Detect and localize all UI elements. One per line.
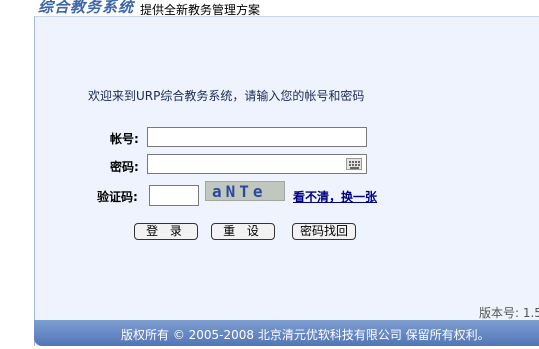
captcha-label: 验证码: [97, 190, 138, 204]
refresh-captcha-link[interactable]: 看不清，换一张 [293, 188, 377, 205]
login-button[interactable]: 登 录 [134, 223, 198, 240]
recover-password-button[interactable]: 密码找回 [292, 223, 356, 240]
captcha-input[interactable] [149, 185, 199, 206]
version-label: 版本号: 1.5 [479, 306, 539, 320]
account-input[interactable] [147, 127, 367, 147]
account-label: 帐号: [110, 132, 139, 146]
footer-bar: 版权所有 © 2005-2008 北京清元优软科技有限公司 保留所有权利。 [34, 320, 539, 346]
password-label: 密码: [110, 160, 139, 174]
captcha-image[interactable]: aNTe [205, 181, 285, 201]
captcha-image-text: aNTe [212, 182, 267, 201]
copyright-text: 版权所有 © 2005-2008 北京清元优软科技有限公司 保留所有权利。 [121, 328, 490, 342]
login-panel [34, 16, 539, 346]
password-input[interactable] [147, 154, 367, 174]
header: 综合教务系统 提供全新教务管理方案 [0, 0, 539, 17]
welcome-message: 欢迎来到URP综合教务系统，请输入您的帐号和密码 [88, 89, 365, 103]
virtual-keyboard-icon[interactable] [346, 158, 362, 170]
reset-button[interactable]: 重 设 [211, 223, 275, 240]
system-logo: 综合教务系统 [38, 0, 135, 16]
